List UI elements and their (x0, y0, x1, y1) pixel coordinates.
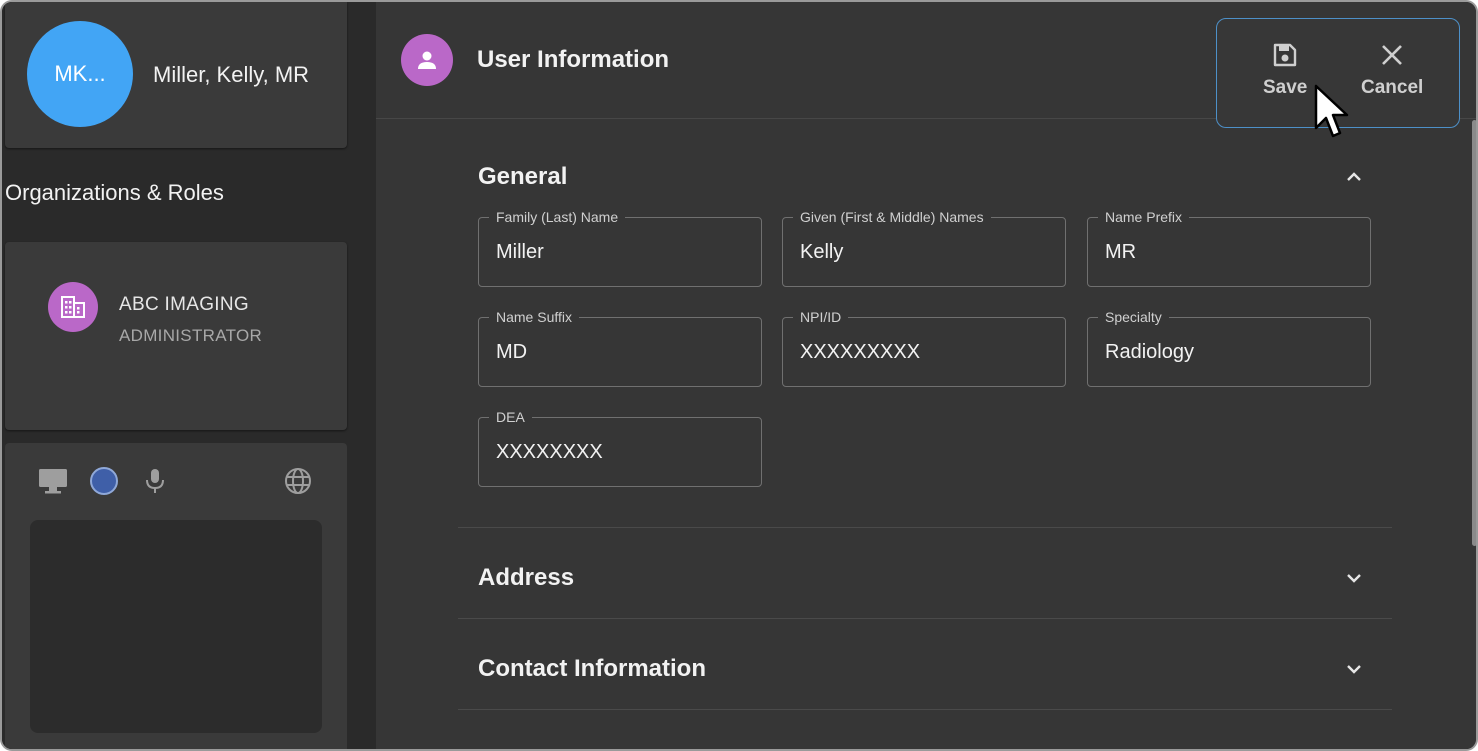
media-panel (5, 443, 347, 749)
app-window: MK... Miller, Kelly, MR Organizations & … (0, 0, 1478, 751)
section-contact-title[interactable]: Contact Information (478, 655, 706, 683)
domain-icon (48, 282, 98, 332)
sidebar: MK... Miller, Kelly, MR Organizations & … (2, 2, 376, 749)
given-names-field[interactable]: Given (First & Middle) Names Kelly (782, 209, 1066, 287)
globe-icon[interactable] (282, 465, 314, 497)
divider (458, 618, 1392, 619)
field-label: DEA (489, 409, 532, 425)
cancel-button-label: Cancel (1361, 77, 1424, 98)
user-card[interactable]: MK... Miller, Kelly, MR (5, 2, 347, 148)
save-icon (1273, 43, 1297, 67)
field-label: Given (First & Middle) Names (793, 209, 991, 225)
field-label: Name Prefix (1098, 209, 1190, 225)
name-prefix-field[interactable]: Name Prefix MR (1087, 209, 1371, 287)
save-button[interactable]: Save (1263, 41, 1307, 99)
section-address-title[interactable]: Address (478, 564, 574, 592)
user-display-name: Miller, Kelly, MR (153, 62, 310, 87)
person-icon (401, 34, 453, 86)
family-name-field[interactable]: Family (Last) Name Miller (478, 209, 762, 287)
field-value[interactable]: Radiology (1105, 340, 1194, 364)
scrollbar[interactable] (1472, 120, 1476, 546)
chevron-down-icon[interactable] (1342, 657, 1366, 681)
avatar[interactable]: MK... (27, 21, 133, 127)
save-button-label: Save (1263, 77, 1308, 98)
field-label: Family (Last) Name (489, 209, 626, 225)
divider (458, 709, 1392, 710)
name-suffix-field[interactable]: Name Suffix MD (478, 309, 762, 387)
divider (458, 527, 1392, 528)
organization-name: ABC IMAGING (119, 294, 249, 315)
organizations-roles-title: Organizations & Roles (5, 180, 224, 205)
field-label: NPI/ID (793, 309, 849, 325)
microphone-icon[interactable] (139, 465, 171, 497)
close-icon (1382, 45, 1403, 65)
page-title: User Information (477, 46, 670, 73)
field-label: Name Suffix (489, 309, 579, 325)
organization-role: ADMINISTRATOR (119, 326, 263, 345)
field-value[interactable]: MD (496, 340, 527, 364)
media-preview (30, 520, 322, 733)
field-label: Specialty (1098, 309, 1169, 325)
chevron-down-icon[interactable] (1342, 566, 1366, 590)
section-general-title[interactable]: General (478, 163, 567, 191)
dea-field[interactable]: DEA XXXXXXXX (478, 409, 762, 487)
field-value[interactable]: Kelly (800, 240, 843, 264)
specialty-field[interactable]: Specialty Radiology (1087, 309, 1371, 387)
field-value[interactable]: MR (1105, 240, 1136, 264)
monitor-icon[interactable] (37, 465, 69, 497)
chevron-up-icon[interactable] (1342, 165, 1366, 189)
status-circle-icon[interactable] (88, 465, 120, 497)
npi-id-field[interactable]: NPI/ID XXXXXXXXX (782, 309, 1066, 387)
organization-card[interactable]: ABC IMAGING ADMINISTRATOR (5, 242, 347, 430)
field-value[interactable]: Miller (496, 240, 544, 264)
field-value[interactable]: XXXXXXXXX (800, 340, 920, 364)
mouse-cursor-icon (1314, 84, 1349, 138)
cancel-button[interactable]: Cancel (1361, 41, 1423, 99)
field-value[interactable]: XXXXXXXX (496, 440, 603, 464)
